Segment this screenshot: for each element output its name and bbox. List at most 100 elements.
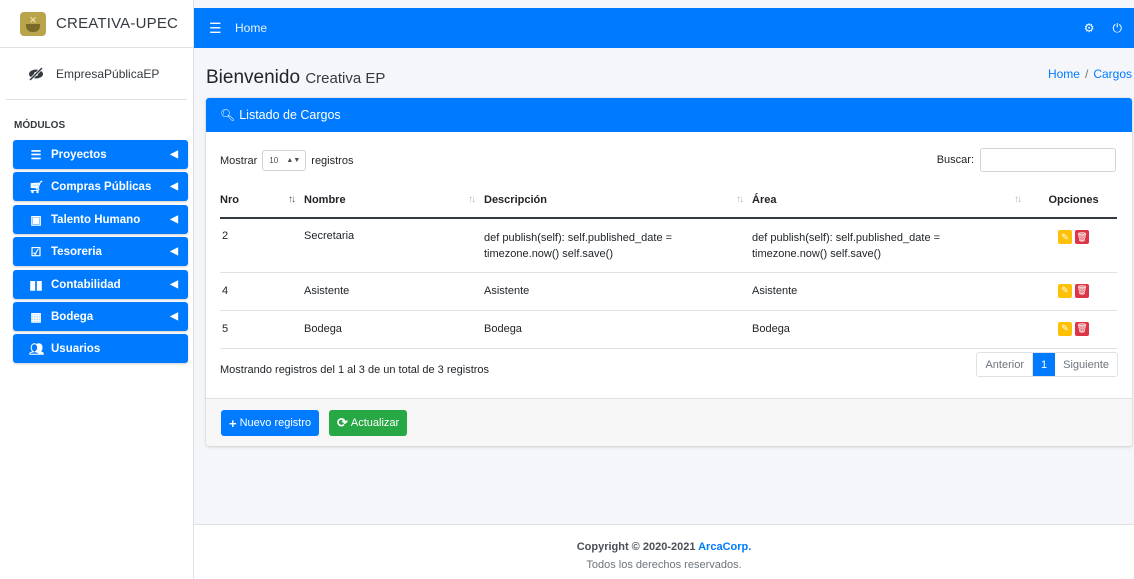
users-icon: 👥︎ bbox=[29, 341, 45, 356]
brand-link[interactable]: ✕ CREATIVA-UPEC bbox=[0, 0, 193, 48]
copyright: Copyright © 2020-2021 ArcaCorp. bbox=[194, 541, 1134, 553]
sidebar-item-label: Usuarios bbox=[51, 342, 101, 355]
length-control: Mostrar 10 ▲▼ registros bbox=[220, 150, 353, 171]
new-record-label: Nuevo registro bbox=[239, 417, 312, 429]
pagination-prev[interactable]: Anterior bbox=[977, 353, 1033, 376]
sidebar-item-usuarios[interactable]: 👥︎ Usuarios bbox=[13, 334, 188, 363]
cell-descripcion: Asistente bbox=[484, 272, 752, 311]
breadcrumb: Home / Cargos bbox=[1048, 67, 1132, 81]
sort-icon: ↑↓ bbox=[1014, 194, 1022, 205]
nav-header: MÓDULOS bbox=[14, 120, 66, 131]
chevron-left-icon: ◀ bbox=[170, 311, 178, 322]
sidebar-item-label: Compras Públicas bbox=[51, 180, 152, 193]
plus-icon: + bbox=[229, 415, 237, 431]
pagination: Anterior 1 Siguiente bbox=[976, 352, 1118, 377]
column-label: Área bbox=[752, 193, 777, 206]
cell-area: Asistente bbox=[752, 272, 1030, 311]
brand-name: CREATIVA-UPEC bbox=[56, 15, 179, 32]
length-value: 10 bbox=[269, 156, 279, 165]
sort-asc-icon: ↑↓ bbox=[288, 194, 296, 205]
sidebar-item-talento[interactable]: ▣ Talento Humano ◀ bbox=[13, 205, 188, 234]
cell-opciones: ✎ 🗑︎ bbox=[1030, 310, 1117, 349]
cell-area: def publish(self): self.published_date =… bbox=[752, 218, 1030, 273]
sidebar-item-compras[interactable]: 🛒︎ Compras Públicas ◀ bbox=[13, 172, 188, 201]
column-header-area[interactable]: Área ↑↓ bbox=[752, 182, 1030, 219]
sidebar-item-label: Contabilidad bbox=[51, 278, 121, 291]
page-footer: Copyright © 2020-2021 ArcaCorp. Todos lo… bbox=[194, 524, 1134, 579]
table-header-row: Nro ↑↓ Nombre ↑↓ Descripción ↑↓ Área ↑↓ Opci… bbox=[220, 182, 1117, 219]
search-control: Buscar: bbox=[937, 148, 1116, 172]
sidebar-item-tesoreria[interactable]: ☑ Tesoreria ◀ bbox=[13, 237, 188, 266]
edit-icon[interactable]: ✎ bbox=[1058, 321, 1072, 336]
page-title-main: Bienvenido bbox=[206, 67, 301, 88]
cell-nro: 2 bbox=[220, 218, 304, 273]
cargos-table: Nro ↑↓ Nombre ↑↓ Descripción ↑↓ Área ↑↓ Opci… bbox=[220, 182, 1117, 349]
edit-icon[interactable]: ✎ bbox=[1058, 283, 1072, 298]
edit-icon[interactable]: ✎ bbox=[1058, 230, 1072, 244]
company-link[interactable]: ArcaCorp. bbox=[698, 541, 751, 553]
trash-icon[interactable]: 🗑︎ bbox=[1075, 230, 1089, 244]
trash-icon[interactable]: 🗑︎ bbox=[1075, 283, 1089, 298]
chevron-left-icon: ◀ bbox=[170, 279, 178, 290]
search-label: Buscar: bbox=[936, 154, 974, 166]
nav-home-link[interactable]: Home bbox=[235, 21, 267, 35]
eye-slash-icon bbox=[28, 66, 44, 81]
select-arrows-icon: ▲▼ bbox=[286, 157, 301, 164]
refresh-label: Actualizar bbox=[350, 417, 400, 429]
breadcrumb-home[interactable]: Home bbox=[1048, 67, 1080, 81]
column-header-opciones: Opciones bbox=[1030, 182, 1117, 219]
card-title: Listado de Cargos bbox=[239, 108, 341, 122]
cell-nombre: Bodega bbox=[304, 310, 484, 349]
user-panel[interactable]: EmpresaPúblicaEP bbox=[6, 48, 187, 100]
sidebar-item-bodega[interactable]: ▦ Bodega ◀ bbox=[13, 302, 188, 331]
power-icon[interactable]: ⏻ bbox=[1113, 21, 1123, 36]
table-info: Mostrando registros del 1 al 3 de un tot… bbox=[220, 364, 490, 376]
page-subtitle: Creativa EP bbox=[305, 70, 386, 87]
sort-icon: ↑↓ bbox=[468, 194, 476, 205]
refresh-button[interactable]: ⟳ Actualizar bbox=[329, 410, 408, 436]
users-cog-icon[interactable]: ⚙ bbox=[1084, 21, 1095, 35]
cell-nombre: Asistente bbox=[304, 272, 484, 311]
pagination-page[interactable]: 1 bbox=[1033, 353, 1056, 376]
cargos-card: 🔍︎ Listado de Cargos Mostrar 10 ▲▼ regis… bbox=[206, 98, 1132, 446]
copyright-text: Copyright © 2020-2021 bbox=[576, 541, 696, 553]
column-header-nro[interactable]: Nro ↑↓ bbox=[220, 182, 304, 219]
length-select[interactable]: 10 ▲▼ bbox=[262, 150, 307, 171]
column-label: Nro bbox=[220, 193, 239, 206]
sidebar-item-label: Talento Humano bbox=[51, 213, 141, 226]
sidebar-item-contabilidad[interactable]: ▮▮ Contabilidad ◀ bbox=[13, 270, 188, 299]
length-prefix: Mostrar bbox=[220, 154, 258, 167]
hamburger-menu-icon[interactable]: ☰ bbox=[209, 20, 223, 37]
boxes-icon: ▦ bbox=[30, 309, 42, 324]
sidebar-item-label: Proyectos bbox=[51, 148, 107, 161]
chevron-left-icon: ◀ bbox=[170, 214, 178, 225]
cell-nro: 5 bbox=[220, 310, 304, 349]
cell-descripcion: def publish(self): self.published_date =… bbox=[484, 218, 752, 273]
sync-icon: ⟳ bbox=[337, 415, 348, 430]
rights: Todos los derechos reservados. bbox=[586, 559, 742, 571]
user-name: EmpresaPúblicaEP bbox=[56, 66, 160, 81]
table-row: 2 Secretaria def publish(self): self.pub… bbox=[220, 218, 1117, 273]
search-icon: 🔍︎ bbox=[220, 108, 236, 122]
cell-opciones: ✎ 🗑︎ bbox=[1030, 272, 1117, 311]
column-header-nombre[interactable]: Nombre ↑↓ bbox=[304, 182, 484, 219]
chevron-left-icon: ◀ bbox=[170, 246, 178, 257]
new-record-button[interactable]: + Nuevo registro bbox=[221, 410, 320, 436]
sidebar-item-proyectos[interactable]: ☰ Proyectos ◀ bbox=[13, 140, 188, 169]
search-input[interactable] bbox=[980, 148, 1116, 172]
column-header-descripcion[interactable]: Descripción ↑↓ bbox=[484, 182, 752, 219]
calendar-check-icon: ☑ bbox=[30, 244, 42, 259]
top-navbar: ☰ Home ⚙ ⏻ bbox=[194, 8, 1134, 48]
cell-nombre: Secretaria bbox=[304, 218, 484, 273]
brand-logo-icon: ✕ bbox=[20, 11, 46, 36]
column-label: Nombre bbox=[304, 193, 346, 206]
table-row: 4 Asistente Asistente Asistente ✎ 🗑︎ bbox=[220, 272, 1117, 311]
sidebar-item-label: Bodega bbox=[51, 310, 94, 323]
cell-area: Bodega bbox=[752, 310, 1030, 349]
cell-descripcion: Bodega bbox=[484, 310, 752, 349]
list-icon: ☰ bbox=[30, 147, 42, 162]
book-icon: ▮▮ bbox=[29, 277, 43, 292]
id-card-icon: ▣ bbox=[30, 212, 42, 227]
trash-icon[interactable]: 🗑︎ bbox=[1075, 321, 1089, 336]
pagination-next[interactable]: Siguiente bbox=[1055, 353, 1117, 376]
